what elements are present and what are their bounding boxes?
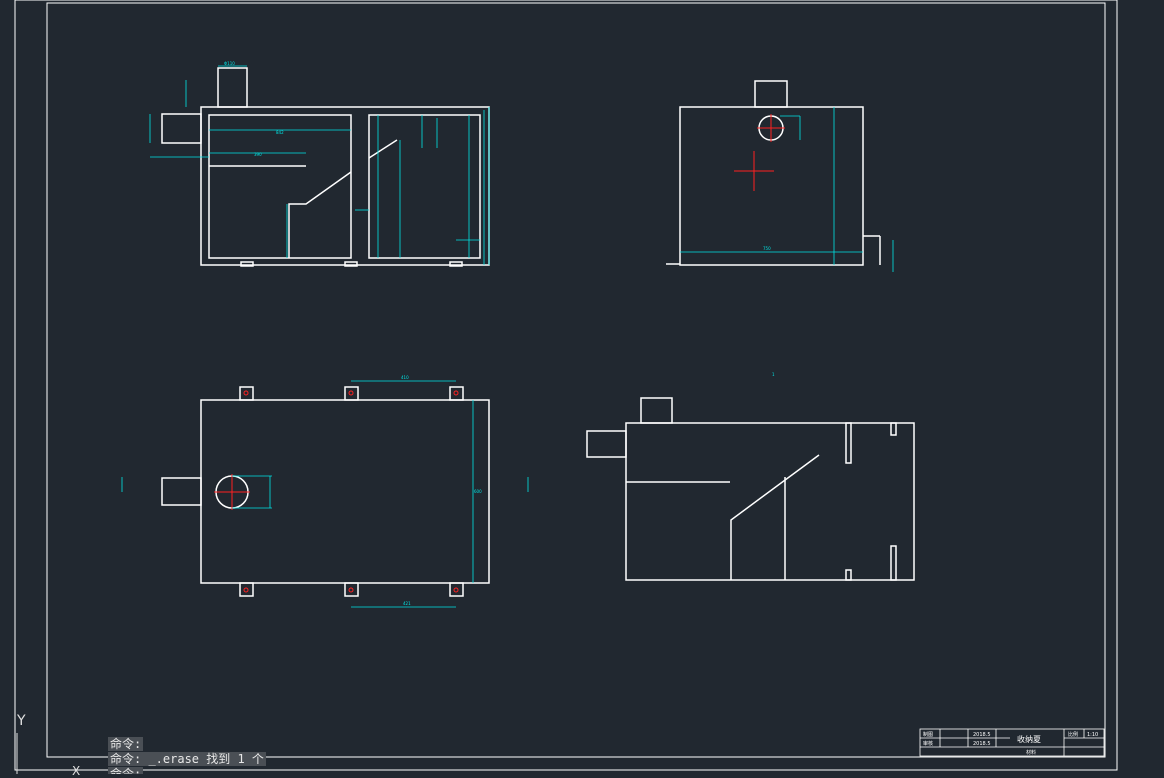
sheet-frame (14, 0, 1118, 771)
command-history-line-2: 命令: _.erase 找到 1 个 (108, 752, 266, 766)
date-2: 2018.5 (973, 741, 991, 747)
drawing-canvas[interactable]: Φ110 842 390 750 410 421 600 1 制图 审核 201… (0, 0, 1164, 774)
section-mark: 1 (772, 372, 775, 377)
material-label: 材料 (1026, 749, 1036, 756)
title-block: 制图 审核 2018.5 2018.5 收纳夏 比例 1:10 材料 (919, 728, 1105, 757)
front-view[interactable]: Φ110 842 390 (149, 61, 490, 267)
command-prompt-line[interactable]: 命令: (108, 767, 144, 774)
command-history-line-1: 命令: (108, 737, 144, 751)
side-view[interactable]: 750 (666, 80, 894, 272)
part-name: 收纳夏 (1017, 734, 1041, 744)
date-1: 2018.5 (973, 732, 991, 738)
scale-label: 比例 (1068, 731, 1078, 738)
top-view[interactable]: 410 421 600 1 (121, 372, 775, 608)
ucs-x-label: X (72, 764, 81, 778)
front-pipe-dim: Φ110 (224, 61, 235, 66)
front-baffle-dim: 390 (254, 152, 262, 157)
top-depth-dim: 600 (474, 489, 482, 494)
checked-by-label: 审核 (923, 740, 933, 747)
ucs-y-label: Y (17, 713, 26, 729)
drawn-by-label: 制图 (923, 731, 933, 738)
scale-value: 1:10 (1087, 732, 1098, 738)
section-view[interactable] (586, 397, 915, 581)
front-length-dim: 842 (276, 130, 284, 135)
top-spacing-bottom-dim: 421 (403, 601, 411, 606)
top-spacing-top-dim: 410 (401, 375, 409, 380)
side-width-dim: 750 (763, 246, 771, 251)
